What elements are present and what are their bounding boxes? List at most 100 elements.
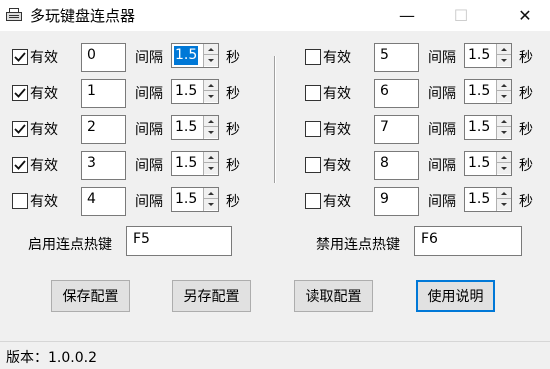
enabled-checkbox[interactable] [305, 121, 321, 137]
enabled-checkbox[interactable] [12, 49, 28, 65]
interval-spinner[interactable]: 1.5 [171, 79, 219, 104]
spin-up-icon[interactable] [497, 152, 511, 163]
maximize-button: ☐ [453, 5, 469, 25]
spin-up-icon[interactable] [204, 80, 218, 91]
interval-label: 间隔 [428, 194, 456, 210]
spin-down-icon[interactable] [497, 55, 511, 66]
interval-value[interactable]: 1.5 [467, 82, 491, 101]
spin-down-icon[interactable] [204, 55, 218, 66]
spin-up-icon[interactable] [204, 188, 218, 199]
interval-value[interactable]: 1.5 [174, 154, 198, 173]
interval-value[interactable]: 1.5 [174, 118, 198, 137]
minimize-button[interactable]: — [384, 0, 430, 30]
spin-up-icon[interactable] [204, 116, 218, 127]
spin-up-icon[interactable] [497, 44, 511, 55]
enabled-checkbox-label: 有效 [323, 86, 351, 102]
enabled-checkbox[interactable] [305, 193, 321, 209]
window-title: 多玩键盘连点器 [30, 7, 136, 25]
enabled-checkbox[interactable] [305, 157, 321, 173]
spin-down-icon[interactable] [204, 163, 218, 174]
enabled-checkbox[interactable] [12, 157, 28, 173]
seconds-unit-label: 秒 [519, 122, 533, 138]
seconds-unit-label: 秒 [226, 86, 240, 102]
key-input[interactable]: 9 [374, 187, 419, 216]
key-input[interactable]: 0 [81, 43, 126, 72]
key-row: 有效 0 间隔 1.5 秒 [12, 42, 272, 72]
save-config-button[interactable]: 保存配置 [51, 280, 130, 312]
enabled-checkbox[interactable] [12, 85, 28, 101]
key-row: 有效 5 间隔 1.5 秒 [305, 42, 550, 72]
interval-spinner[interactable]: 1.5 [171, 115, 219, 140]
key-row: 有效 3 间隔 1.5 秒 [12, 150, 272, 180]
spin-up-icon[interactable] [497, 116, 511, 127]
enable-hotkey-input[interactable]: F5 [126, 226, 232, 256]
key-input[interactable]: 1 [81, 79, 126, 108]
title-bar: 多玩键盘连点器 — ☐ ✕ [0, 0, 550, 31]
enable-hotkey-label: 启用连点热键 [28, 237, 112, 253]
spin-down-icon[interactable] [497, 91, 511, 102]
version-label: 版本：1.0.0.2 [6, 350, 97, 366]
interval-value[interactable]: 1.5 [467, 190, 491, 209]
spin-down-icon[interactable] [497, 199, 511, 210]
interval-value[interactable]: 1.5 [467, 46, 491, 65]
interval-label: 间隔 [428, 50, 456, 66]
interval-spinner[interactable]: 1.5 [171, 187, 219, 212]
load-config-button[interactable]: 读取配置 [294, 280, 373, 312]
enabled-checkbox[interactable] [12, 121, 28, 137]
help-button[interactable]: 使用说明 [416, 280, 495, 312]
interval-label: 间隔 [135, 122, 163, 138]
interval-spinner[interactable]: 1.5 [464, 187, 512, 212]
main-panel: 有效 0 间隔 1.5 秒有效 1 间隔 1.5 秒有效 2 间隔 1.5 秒有效 3 间隔 1.5 秒有效 4 间… [0, 31, 550, 341]
interval-spinner[interactable]: 1.5 [464, 151, 512, 176]
close-button[interactable]: ✕ [502, 0, 548, 30]
seconds-unit-label: 秒 [226, 158, 240, 174]
seconds-unit-label: 秒 [226, 194, 240, 210]
interval-value[interactable]: 1.5 [174, 82, 198, 101]
enabled-checkbox-label: 有效 [323, 158, 351, 174]
spin-down-icon[interactable] [497, 127, 511, 138]
interval-spinner[interactable]: 1.5 [464, 115, 512, 140]
save-as-config-button[interactable]: 另存配置 [172, 280, 251, 312]
key-input[interactable]: 8 [374, 151, 419, 180]
interval-spinner[interactable]: 1.5 [464, 79, 512, 104]
interval-label: 间隔 [135, 158, 163, 174]
spin-up-icon[interactable] [497, 80, 511, 91]
disable-hotkey-label: 禁用连点热键 [316, 237, 400, 253]
key-input[interactable]: 5 [374, 43, 419, 72]
interval-label: 间隔 [428, 158, 456, 174]
spin-up-icon[interactable] [204, 44, 218, 55]
spin-down-icon[interactable] [204, 199, 218, 210]
interval-label: 间隔 [428, 86, 456, 102]
interval-value[interactable]: 1.5 [467, 118, 491, 137]
interval-spinner[interactable]: 1.5 [171, 151, 219, 176]
enabled-checkbox[interactable] [305, 85, 321, 101]
key-input[interactable]: 7 [374, 115, 419, 144]
enabled-checkbox-label: 有效 [323, 50, 351, 66]
interval-value[interactable]: 1.5 [174, 46, 199, 65]
spin-up-icon[interactable] [497, 188, 511, 199]
spin-down-icon[interactable] [204, 127, 218, 138]
enabled-checkbox-label: 有效 [30, 50, 58, 66]
enabled-checkbox[interactable] [12, 193, 28, 209]
spin-down-icon[interactable] [204, 91, 218, 102]
disable-hotkey-input[interactable]: F6 [414, 226, 522, 256]
key-input[interactable]: 4 [81, 187, 126, 216]
seconds-unit-label: 秒 [226, 50, 240, 66]
seconds-unit-label: 秒 [226, 122, 240, 138]
enabled-checkbox-label: 有效 [323, 122, 351, 138]
key-row: 有效 9 间隔 1.5 秒 [305, 186, 550, 216]
key-input[interactable]: 2 [81, 115, 126, 144]
interval-value[interactable]: 1.5 [174, 190, 198, 209]
keyboard-icon [6, 8, 22, 22]
interval-spinner[interactable]: 1.5 [464, 43, 512, 68]
enabled-checkbox-label: 有效 [30, 86, 58, 102]
interval-spinner[interactable]: 1.5 [171, 43, 219, 68]
key-input[interactable]: 3 [81, 151, 126, 180]
spin-down-icon[interactable] [497, 163, 511, 174]
enabled-checkbox[interactable] [305, 49, 321, 65]
key-input[interactable]: 6 [374, 79, 419, 108]
interval-label: 间隔 [135, 194, 163, 210]
interval-value[interactable]: 1.5 [467, 154, 491, 173]
seconds-unit-label: 秒 [519, 158, 533, 174]
spin-up-icon[interactable] [204, 152, 218, 163]
